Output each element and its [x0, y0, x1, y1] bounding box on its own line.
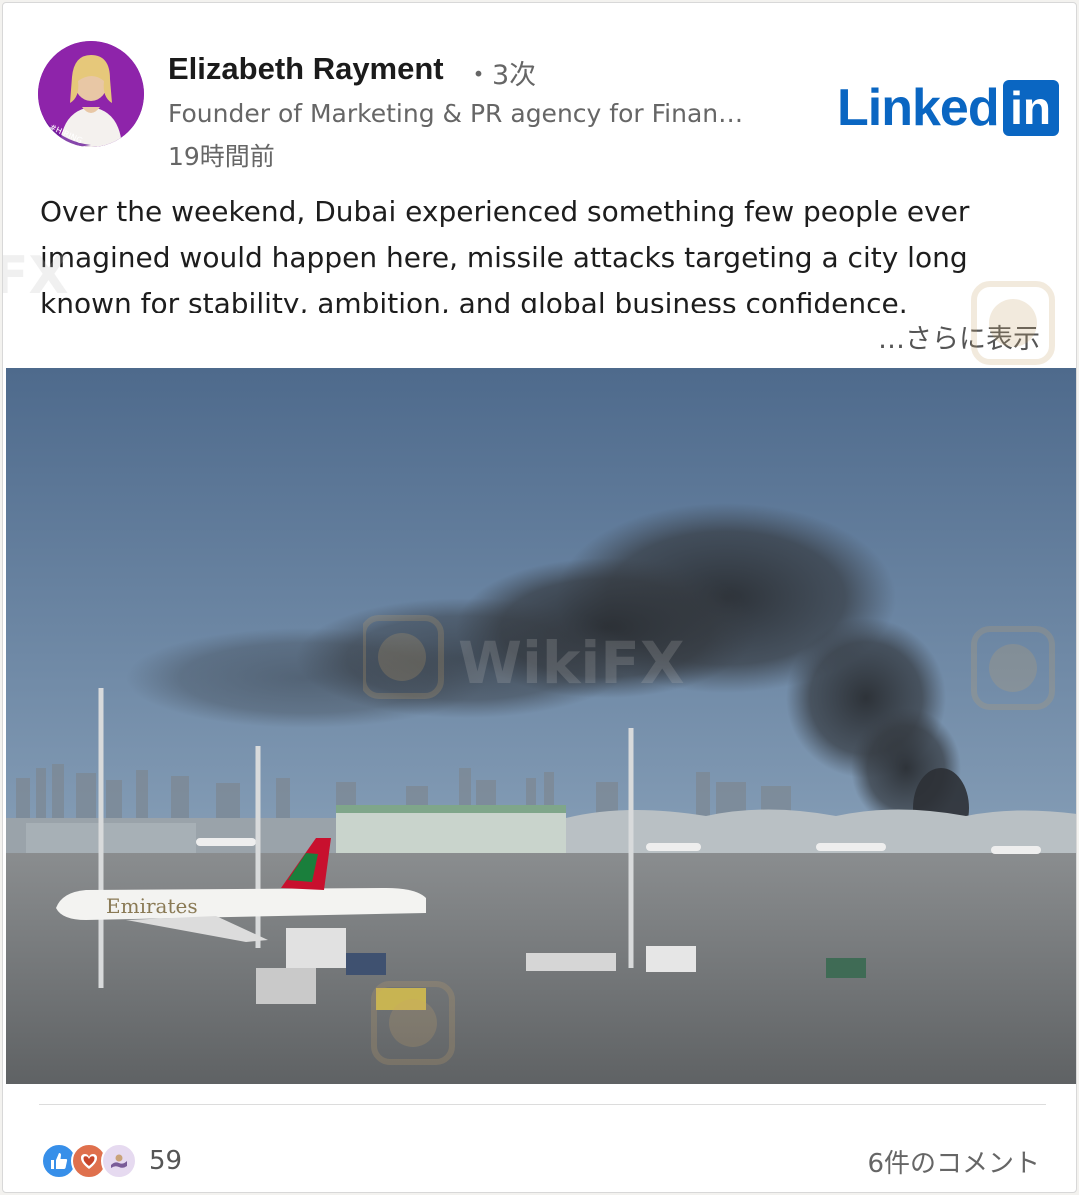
post-image[interactable]: Emirates	[6, 368, 1076, 1084]
comments-count-link[interactable]: 6件のコメント	[867, 1143, 1040, 1180]
linkedin-logo-box: in	[1002, 80, 1059, 136]
author-headline: Founder of Marketing & PR agency for Fin…	[168, 99, 744, 128]
author-avatar[interactable]: #HIRING	[38, 41, 144, 147]
author-name[interactable]: Elizabeth Rayment	[168, 51, 444, 87]
connection-degree: ・3次	[465, 60, 537, 91]
reactions-divider	[39, 1104, 1046, 1105]
linkedin-logo: Linked in	[837, 80, 1059, 136]
reaction-count: 59	[149, 1146, 183, 1176]
see-more-link[interactable]: …さらに表示	[870, 317, 1040, 356]
linkedin-logo-text: Linked	[837, 79, 1000, 137]
plane-livery-text: Emirates	[106, 894, 198, 918]
post-card: #HIRING Elizabeth Rayment ・3次 Founder of…	[2, 2, 1077, 1193]
support-icon	[101, 1143, 137, 1179]
reactions-summary[interactable]: 59	[41, 1143, 182, 1179]
post-text: Over the weekend, Dubai experienced some…	[40, 195, 970, 313]
post-timestamp: 19時間前	[168, 142, 275, 171]
